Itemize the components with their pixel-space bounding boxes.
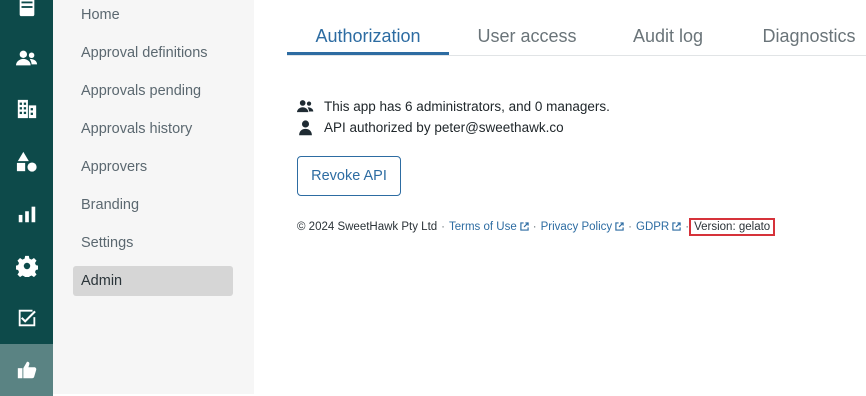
gdpr-link[interactable]: GDPR xyxy=(636,221,681,233)
subnav-item-home[interactable]: Home xyxy=(73,0,233,30)
footer: © 2024 SweetHawk Pty Ltd · Terms of Use … xyxy=(297,218,776,236)
tab-audit-log[interactable]: Audit log xyxy=(620,18,716,55)
subnav-item-admin[interactable]: Admin xyxy=(73,266,233,296)
tab-authorization[interactable]: Authorization xyxy=(287,18,449,55)
user-icon xyxy=(299,119,312,135)
subnav-item-settings[interactable]: Settings xyxy=(73,228,233,258)
version-label: Version: gelato xyxy=(689,218,776,236)
privacy-policy-label: Privacy Policy xyxy=(540,221,613,233)
subnav-item-approvals-pending[interactable]: Approvals pending xyxy=(73,76,233,106)
footer-separator: · xyxy=(441,221,445,233)
footer-separator: · xyxy=(628,221,633,233)
shapes-icon[interactable] xyxy=(0,143,53,181)
subnav-item-branding[interactable]: Branding xyxy=(73,190,233,220)
tab-diagnostics[interactable]: Diagnostics xyxy=(749,18,866,55)
external-link-icon xyxy=(520,222,529,231)
tab-user-access[interactable]: User access xyxy=(460,18,594,55)
thumbs-up-icon[interactable] xyxy=(0,344,53,396)
privacy-policy-link[interactable]: Privacy Policy xyxy=(541,221,625,233)
subnav-item-approvers[interactable]: Approvers xyxy=(73,152,233,182)
subnav-item-approval-definitions[interactable]: Approval definitions xyxy=(73,38,233,68)
api-info-row: API authorized by peter@sweethawk.co xyxy=(297,117,564,137)
gdpr-label: GDPR xyxy=(636,221,670,233)
subnav-item-approvals-history[interactable]: Approvals history xyxy=(73,114,233,144)
checkbox-icon[interactable] xyxy=(0,299,53,337)
external-link-icon xyxy=(672,222,681,231)
copyright-text: © 2024 SweetHawk Pty Ltd xyxy=(297,221,438,233)
external-link-icon xyxy=(615,222,624,231)
terms-of-use-link[interactable]: Terms of Use xyxy=(449,221,529,233)
gear-icon[interactable] xyxy=(0,247,53,285)
revoke-api-button[interactable]: Revoke API xyxy=(297,156,401,196)
admins-text: This app has 6 administrators, and 0 man… xyxy=(324,98,610,114)
tabs-divider xyxy=(287,55,866,56)
admin-subnav: Home Approval definitions Approvals pend… xyxy=(53,0,254,394)
buildings-icon[interactable] xyxy=(0,90,53,128)
users-icon[interactable] xyxy=(0,39,53,77)
footer-separator: · xyxy=(532,221,537,233)
users-icon xyxy=(297,99,314,112)
database-icon[interactable] xyxy=(0,0,53,26)
terms-of-use-label: Terms of Use xyxy=(449,221,517,233)
admins-info-row: This app has 6 administrators, and 0 man… xyxy=(297,96,610,116)
bar-chart-icon[interactable] xyxy=(0,195,53,233)
admin-tabs: Authorization User access Audit log Diag… xyxy=(287,18,866,56)
icon-rail xyxy=(0,0,53,396)
api-authorized-text: API authorized by peter@sweethawk.co xyxy=(324,119,564,135)
